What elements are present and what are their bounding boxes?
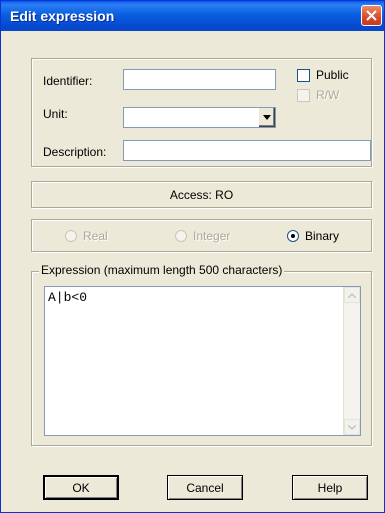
help-button[interactable]: Help xyxy=(292,475,368,500)
dialog-title: Edit expression xyxy=(10,8,115,24)
radio-real[interactable] xyxy=(65,230,77,242)
unit-label: Unit: xyxy=(43,107,68,121)
expression-value: A|b<0 xyxy=(48,290,88,305)
identifier-input[interactable] xyxy=(123,69,276,90)
chevron-down-icon xyxy=(348,424,356,430)
access-text: Access: RO xyxy=(169,187,234,202)
radio-integer-label[interactable]: Integer xyxy=(193,229,230,243)
radio-real-label[interactable]: Real xyxy=(83,229,108,243)
scroll-up-button[interactable] xyxy=(344,287,360,303)
close-button[interactable] xyxy=(361,5,382,26)
unit-select[interactable] xyxy=(123,107,276,128)
public-checkbox[interactable] xyxy=(297,69,310,82)
rw-label[interactable]: R/W xyxy=(316,88,339,102)
unit-dropdown-button[interactable] xyxy=(258,108,275,127)
chevron-down-icon xyxy=(263,115,271,120)
description-label: Description: xyxy=(43,145,107,159)
identifier-label: Identifier: xyxy=(43,74,93,88)
title-bar[interactable]: Edit expression xyxy=(1,1,384,31)
radio-integer[interactable] xyxy=(175,230,187,242)
expression-group-title: Expression (maximum length 500 character… xyxy=(39,263,285,277)
cancel-button[interactable]: Cancel xyxy=(167,475,243,500)
radio-binary[interactable] xyxy=(287,230,299,242)
public-label[interactable]: Public xyxy=(316,68,349,82)
radio-selected-dot xyxy=(291,234,295,238)
chevron-up-icon xyxy=(348,292,356,298)
cancel-button-label: Cancel xyxy=(186,480,224,495)
expression-textarea[interactable]: A|b<0 xyxy=(44,286,361,436)
close-icon xyxy=(366,10,377,21)
vertical-scrollbar[interactable] xyxy=(343,287,360,435)
ok-button-label: OK xyxy=(72,480,90,495)
scroll-down-button[interactable] xyxy=(344,419,360,435)
help-button-label: Help xyxy=(317,480,343,495)
ok-button[interactable]: OK xyxy=(43,475,119,500)
edit-expression-dialog: Edit expression Identifier: Public R/W U… xyxy=(0,0,385,513)
radio-binary-label[interactable]: Binary xyxy=(305,229,339,243)
rw-checkbox[interactable] xyxy=(297,89,310,102)
description-input[interactable] xyxy=(123,140,371,161)
access-panel: Access: RO xyxy=(31,181,372,208)
